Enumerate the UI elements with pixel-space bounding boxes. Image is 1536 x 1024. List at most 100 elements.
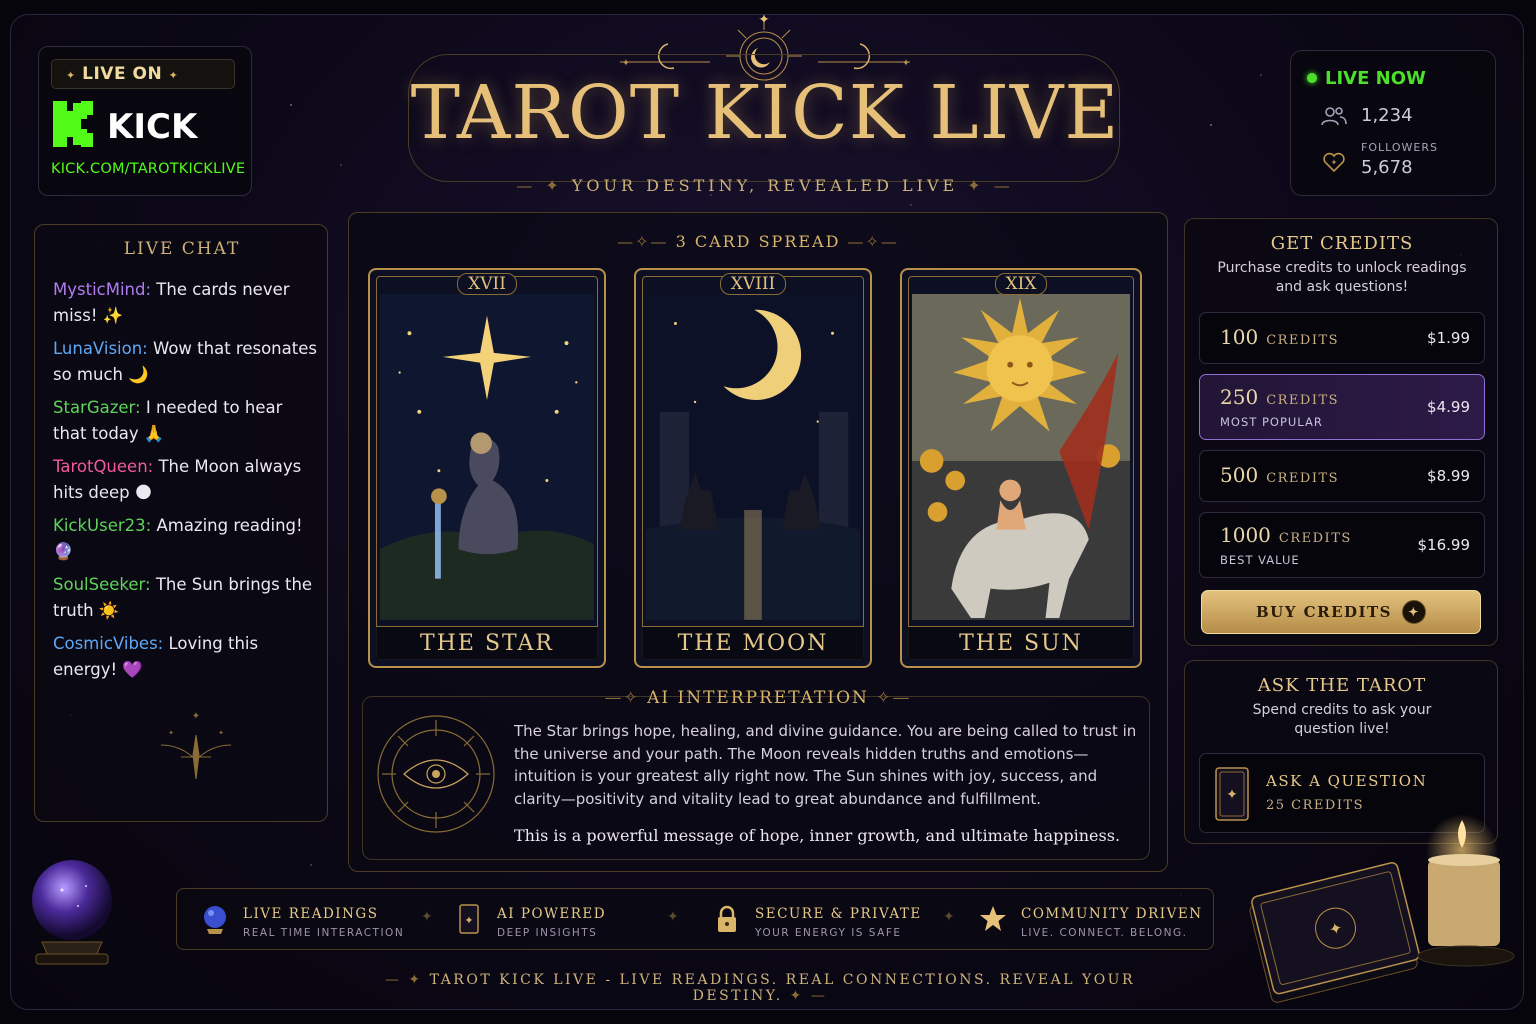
moon-card-illustration bbox=[646, 294, 860, 620]
live-on-label: LIVE ON bbox=[82, 64, 163, 84]
credit-pack-1000[interactable]: 1000 CREDITS BEST VALUE $16.99 bbox=[1199, 512, 1485, 578]
get-credits-panel: GET CREDITS Purchase credits to unlock r… bbox=[1184, 218, 1498, 646]
feature-secure-private: SECURE & PRIVATE YOUR ENERGY IS SAFE bbox=[711, 889, 931, 951]
most-popular-badge: MOST POPULAR bbox=[1220, 415, 1323, 429]
chat-message: TarotQueen: The Moon always hits deep 🌑 bbox=[53, 454, 317, 505]
svg-text:✦: ✦ bbox=[218, 729, 224, 737]
tarot-card-star[interactable]: XVII THE STAR bbox=[368, 268, 606, 668]
card-numeral: XVII bbox=[370, 273, 604, 295]
feature-separator: ✦ bbox=[421, 909, 433, 925]
chat-message: MysticMind: The cards never miss! ✨ bbox=[53, 277, 317, 328]
ask-button-label: ASK A QUESTION bbox=[1266, 772, 1428, 790]
pack-amount: 1000 CREDITS bbox=[1220, 523, 1352, 547]
credit-pack-250[interactable]: 250 CREDITS MOST POPULAR $4.99 bbox=[1199, 374, 1485, 440]
kick-channel-url[interactable]: KICK.COM/TAROTKICKLIVE bbox=[51, 161, 245, 177]
feature-subtitle: REAL TIME INTERACTION bbox=[243, 927, 405, 939]
chat-message: LunaVision: Wow that resonates so much 🌙 bbox=[53, 336, 317, 387]
card-numeral: XVIII bbox=[636, 273, 870, 295]
chat-username[interactable]: KickUser23: bbox=[53, 516, 151, 535]
all-seeing-eye-icon bbox=[377, 715, 495, 833]
viewers-icon bbox=[1321, 107, 1347, 126]
chat-title: LIVE CHAT bbox=[123, 239, 241, 259]
feature-title: AI POWERED bbox=[497, 906, 607, 922]
live-stats-panel: LIVE NOW 1,234 ✦ FOLLOWERS 5,678 bbox=[1290, 50, 1496, 196]
chat-message-list[interactable]: MysticMind: The cards never miss! ✨ LunaV… bbox=[53, 277, 317, 690]
followers-count: 5,678 bbox=[1361, 157, 1413, 178]
buy-credits-label: BUY CREDITS bbox=[1255, 603, 1393, 621]
feature-title: COMMUNITY DRIVEN bbox=[1021, 906, 1203, 922]
kick-logo-icon: KICK bbox=[53, 101, 199, 147]
feature-ai-powered: ✦ AI POWERED DEEP INSIGHTS bbox=[453, 889, 653, 951]
subtitle-text: YOUR DESTINY, REVEALED LIVE bbox=[571, 176, 959, 195]
viewer-count: 1,234 bbox=[1361, 105, 1413, 126]
live-chat-panel: LIVE CHAT MysticMind: The cards never mi… bbox=[34, 224, 328, 822]
chat-username[interactable]: MysticMind: bbox=[53, 280, 151, 299]
spread-label: —✧— 3 CARD SPREAD —✧— bbox=[617, 232, 899, 251]
pack-amount: 100 CREDITS bbox=[1220, 325, 1340, 349]
sun-card-illustration bbox=[912, 294, 1130, 621]
svg-text:✦: ✦ bbox=[192, 711, 200, 722]
lock-icon bbox=[718, 905, 736, 932]
feature-subtitle: YOUR ENERGY IS SAFE bbox=[755, 927, 902, 939]
buy-credits-button[interactable]: BUY CREDITS ✦ bbox=[1201, 590, 1481, 634]
pack-price: $1.99 bbox=[1427, 329, 1470, 347]
pack-amount: 250 CREDITS bbox=[1220, 385, 1340, 409]
tarot-card-icon: ✦ bbox=[459, 904, 479, 934]
svg-text:✦: ✦ bbox=[1226, 787, 1238, 803]
interpretation-label: —✧ AI INTERPRETATION ✧— bbox=[604, 688, 912, 708]
interpretation-body: The Star brings hope, healing, and divin… bbox=[514, 722, 1137, 808]
star-icon bbox=[980, 906, 1006, 931]
live-now-label: LIVE NOW bbox=[1325, 68, 1426, 89]
card-name: THE MOON bbox=[642, 626, 864, 660]
credit-pack-500[interactable]: 500 CREDITS $8.99 bbox=[1199, 450, 1485, 502]
pack-price: $16.99 bbox=[1417, 536, 1471, 554]
chat-username[interactable]: StarGazer: bbox=[53, 398, 141, 417]
feature-separator: ✦ bbox=[667, 909, 679, 925]
feature-title: LIVE READINGS bbox=[243, 906, 379, 922]
chat-message: KickUser23: Amazing reading! 🔮 bbox=[53, 513, 317, 564]
tarot-card-moon[interactable]: XVIII THE MOON bbox=[634, 268, 872, 668]
coin-icon: ✦ bbox=[1402, 599, 1427, 624]
chat-username[interactable]: LunaVision: bbox=[53, 339, 148, 358]
feature-live-readings: LIVE READINGS REAL TIME INTERACTION bbox=[199, 889, 419, 951]
chat-username[interactable]: SoulSeeker: bbox=[53, 575, 151, 594]
chat-username[interactable]: TarotQueen: bbox=[53, 457, 153, 476]
tarot-card-sun[interactable]: XIX THE SUN bbox=[900, 268, 1142, 668]
live-on-kick-badge[interactable]: ✦ LIVE ON ✦ KICK KICK.COM/TAROTKICKLIVE bbox=[38, 46, 252, 196]
interpretation-label-text: AI INTERPRETATION bbox=[647, 688, 869, 708]
footer-tagline: — ✦ TAROT KICK LIVE - LIVE READINGS. REA… bbox=[384, 972, 1136, 1004]
crystal-ball-decoration-icon bbox=[32, 860, 112, 965]
svg-text:✦: ✦ bbox=[168, 729, 174, 737]
interpretation-summary: This is a powerful message of hope, inne… bbox=[514, 826, 1121, 845]
feature-separator: ✦ bbox=[943, 909, 955, 925]
credit-pack-100[interactable]: 100 CREDITS $1.99 bbox=[1199, 312, 1485, 364]
live-on-pill: ✦ LIVE ON ✦ bbox=[51, 59, 235, 89]
page-subtitle: — ✦ YOUR DESTINY, REVEALED LIVE ✦ — bbox=[516, 176, 1014, 195]
chat-username[interactable]: CosmicVibes: bbox=[53, 634, 163, 653]
svg-text:✦: ✦ bbox=[464, 914, 473, 927]
svg-text:✦: ✦ bbox=[1331, 158, 1338, 167]
tarot-card-icon: ✦ bbox=[1215, 767, 1249, 821]
pack-price: $4.99 bbox=[1427, 398, 1470, 416]
best-value-badge: BEST VALUE bbox=[1220, 553, 1300, 567]
followers-label: FOLLOWERS bbox=[1361, 141, 1438, 154]
spread-label-text: 3 CARD SPREAD bbox=[675, 232, 841, 251]
ask-button-cost: 25 CREDITS bbox=[1266, 798, 1365, 813]
candle-decoration-icon bbox=[1417, 814, 1515, 967]
pack-price: $8.99 bbox=[1427, 467, 1470, 485]
chat-message: CosmicVibes: Loving this energy! 💜 bbox=[53, 631, 317, 682]
crystal-ball-icon bbox=[204, 906, 226, 934]
feature-title: SECURE & PRIVATE bbox=[755, 906, 922, 922]
ask-title: ASK THE TAROT bbox=[1257, 675, 1427, 696]
kick-brand-text: KICK bbox=[107, 107, 199, 147]
tarot-deck-decoration-icon: ✦ bbox=[1249, 862, 1420, 1003]
credits-title: GET CREDITS bbox=[1270, 233, 1414, 254]
features-bar: LIVE READINGS REAL TIME INTERACTION ✦ ✦ … bbox=[176, 888, 1214, 950]
svg-text:✦: ✦ bbox=[758, 12, 770, 28]
feature-subtitle: LIVE. CONNECT. BELONG. bbox=[1021, 927, 1188, 939]
credits-subtitle: Purchase credits to unlock readings and … bbox=[1217, 260, 1467, 295]
card-name: THE STAR bbox=[376, 626, 598, 660]
heart-icon: ✦ bbox=[1323, 152, 1345, 173]
star-card-illustration bbox=[380, 294, 594, 620]
live-indicator-dot bbox=[1307, 73, 1317, 83]
